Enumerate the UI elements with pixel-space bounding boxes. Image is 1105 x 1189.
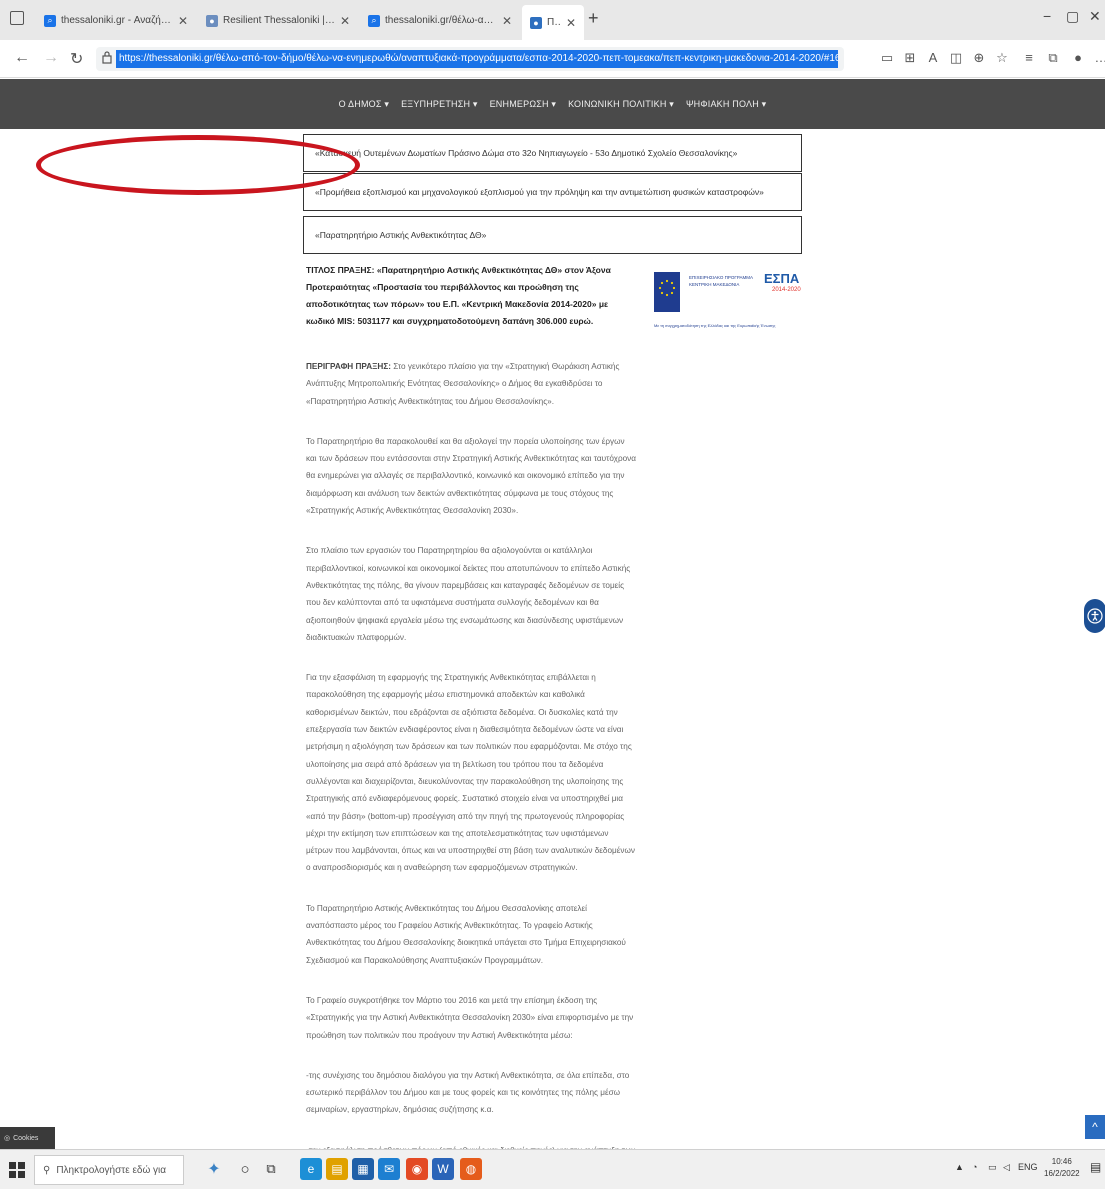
nav-item-digital-city[interactable]: ΨΗΦΙΑΚΗ ΠΟΛΗ ▾ [686,99,766,110]
add-favorite-icon[interactable]: ☆ [995,51,1009,65]
browser-tab-4-active[interactable]: ● ΠΕΠ "Κεντρική Μακεδονία 20 ✕ [522,5,584,40]
clock-time: 10:46 [1051,1157,1072,1166]
close-tab-icon[interactable]: ✕ [566,16,576,30]
taskbar-search[interactable]: ⚲ Πληκτρολογήστε εδώ για [34,1155,184,1185]
edge-icon[interactable]: e [300,1158,322,1180]
accessibility-button[interactable] [1084,599,1105,633]
lock-icon[interactable] [102,51,112,64]
nav-item-services[interactable]: ΕΞΥΠΗΡΕΤΗΣΗ ▾ [401,99,478,110]
mail-icon[interactable]: ✉ [378,1158,400,1180]
search-icon: ⌕ [44,14,56,27]
browser-toolbar: ← → ↻ https://thessaloniki.gr/θέλω-από-τ… [0,40,1105,78]
project-accordion-disaster-equipment[interactable]: «Προμήθεια εξοπλισμού και μηχανολογικού … [303,173,802,211]
article-paragraph: Στο πλαίσιο των εργασιών του Παρατηρητηρ… [306,546,631,642]
split-screen-icon[interactable]: ◫ [949,51,963,65]
volume-icon[interactable]: ◁ [1003,1162,1010,1173]
task-view-icon[interactable]: ⧉ [260,1158,282,1180]
article-paragraph: Το Παρατηρητήριο Αστικής Ανθεκτικότητας … [306,903,626,965]
article-paragraph: Για την εξασφάλιση τη εφαρμογής της Στρα… [306,673,635,873]
new-tab-button[interactable]: + [588,8,599,29]
espa-mark: ΕΣΠΑ [764,271,800,286]
network-icon[interactable]: ▲ [955,1162,964,1172]
windows-taskbar: ⚲ Πληκτρολογήστε εδώ για ✦ ○ ⧉ e ▤ ▦ ✉ ◉… [0,1149,1105,1189]
search-icon: ⚲ [43,1164,51,1176]
search-icon: ⌕ [368,14,380,27]
project-title: «Κατασκευή Ουτεμένων Δωματίων Πράσινο Δώ… [315,148,738,158]
read-aloud-icon[interactable]: A [926,51,940,65]
project-title: «Προμήθεια εξοπλισμού και μηχανολογικού … [315,187,764,197]
clock-date: 16/2/2022 [1044,1169,1080,1178]
espa-funding-logo: ΕΠΙΧΕΙΡΗΣΙΑΚΟ ΠΡΟΓΡΑΜΜΑ ΚΕΝΤΡΙΚΗ ΜΑΚΕΔΟΝ… [654,269,804,331]
tab-title: Resilient Thessaloniki | Δήμος Θ [223,15,335,26]
forward-arrow-icon[interactable]: → [43,49,59,67]
close-window-button[interactable]: ✕ [1089,8,1101,25]
close-tab-icon[interactable]: ✕ [502,14,512,28]
collections-icon[interactable]: ⧉ [1046,51,1060,65]
article-paragraph: -της συνέχισης του δημόσιου διαλόγου για… [306,1070,630,1115]
article-paragraph: Το Γραφείο συγκροτήθηκε τον Μάρτιο του 2… [306,995,634,1040]
project-article: ΤΙΤΛΟΣ ΠΡΑΞΗΣ: «Παρατηρητήριο Αστικής Αν… [306,262,636,1176]
project-title: «Παρατηρητήριο Αστικής Ανθεκτικότητας ΔΘ… [315,230,487,240]
page-icon: ● [530,16,542,29]
file-explorer-icon[interactable]: ▤ [326,1158,348,1180]
profile-icon[interactable]: ● [1071,51,1085,65]
eu-flag-icon [654,272,680,312]
wifi-icon[interactable]: ◔ [972,1162,977,1172]
notifications-icon[interactable]: ▤ [1090,1160,1101,1174]
scroll-to-top-button[interactable]: ^ [1085,1115,1105,1139]
browser-tab-3[interactable]: ⌕ thessaloniki.gr/θέλω-από-τον-δ ✕ [360,7,520,34]
espa-years: 2014-2020 [772,287,801,293]
address-bar[interactable]: https://thessaloniki.gr/θέλω-από-τον-δήμ… [96,47,844,71]
taskbar-clock[interactable]: 10:46 16/2/2022 [1044,1156,1080,1180]
favorites-icon[interactable]: ≡ [1022,51,1036,65]
espa-logo-panel: ΕΠΙΧΕΙΡΗΣΙΑΚΟ ΠΡΟΓΡΑΜΜΑ ΚΕΝΤΡΙΚΗ ΜΑΚΕΔΟΝ… [654,269,804,321]
article-title: ΤΙΤΛΟΣ ΠΡΑΞΗΣ: «Παρατηρητήριο Αστικής Αν… [306,265,611,326]
tab-title: thessaloniki.gr - Αναζήτηση [61,15,173,26]
close-tab-icon[interactable]: ✕ [178,14,188,28]
browser-tab-1[interactable]: ⌕ thessaloniki.gr - Αναζήτηση ✕ [36,7,196,34]
battery-icon[interactable]: ▭ [988,1162,997,1173]
back-arrow-icon[interactable]: ← [14,49,30,67]
espa-caption: Με τη συγχρηματοδότηση της Ελλάδας και τ… [654,323,776,328]
article-description: ΠΕΡΙΓΡΑΦΗ ΠΡΑΞΗΣ: Στο γενικότερο πλαίσιο… [306,358,636,410]
project-accordion-resilience-observatory[interactable]: «Παρατηρητήριο Αστικής Ανθεκτικότητας ΔΘ… [303,216,802,254]
zoom-icon[interactable]: ⊕ [972,51,986,65]
description-label: ΠΕΡΙΓΡΑΦΗ ΠΡΑΞΗΣ: [306,362,391,371]
firefox-icon[interactable]: ◍ [460,1158,482,1180]
more-options-icon[interactable]: … [1094,51,1105,65]
language-indicator[interactable]: ENG [1018,1162,1038,1172]
cookies-button[interactable]: ◎ Cookies [0,1127,55,1149]
accessibility-icon [1087,608,1103,624]
nav-item-municipality[interactable]: Ο ΔΗΜΟΣ ▾ [339,99,389,110]
close-tab-icon[interactable]: ✕ [340,14,350,28]
refresh-icon[interactable]: ↻ [70,49,83,69]
windows-start-icon[interactable] [9,1162,25,1178]
reading-view-icon[interactable]: ▭ [880,51,894,65]
article-paragraph: Το Παρατηρητήριο θα παρακολουθεί και θα … [306,436,637,516]
cookie-icon: ◎ [4,1135,11,1142]
browser-tab-strip: ⌕ thessaloniki.gr - Αναζήτηση ✕ ● Resili… [0,0,1105,40]
url-text[interactable]: https://thessaloniki.gr/θέλω-από-τον-δήμ… [116,50,838,68]
store-icon[interactable]: ▦ [352,1158,374,1180]
cookies-label: Cookies [13,1134,39,1142]
taskbar-search-placeholder: Πληκτρολογήστε εδώ για [56,1164,167,1176]
window-menu-icon[interactable] [10,11,24,25]
cortana-icon[interactable]: ○ [234,1158,256,1180]
browser-tab-2[interactable]: ● Resilient Thessaloniki | Δήμος Θ ✕ [198,7,358,34]
tab-title: ΠΕΠ "Κεντρική Μακεδονία 20 [547,17,561,28]
nav-item-social-policy[interactable]: ΚΟΙΝΩΝΙΚΗ ΠΟΛΙΤΙΚΗ ▾ [568,99,674,110]
page-icon: ● [206,14,218,27]
site-main-nav: Ο ΔΗΜΟΣ ▾ ΕΞΥΠΗΡΕΤΗΣΗ ▾ ΕΝΗΜΕΡΩΣΗ ▾ ΚΟΙΝ… [0,79,1105,129]
espa-agency-text: ΕΠΙΧΕΙΡΗΣΙΑΚΟ ΠΡΟΓΡΑΜΜΑ ΚΕΝΤΡΙΚΗ ΜΑΚΕΔΟΝ… [689,275,753,287]
project-accordion-green-roof[interactable]: «Κατασκευή Ουτεμένων Δωματίων Πράσινο Δώ… [303,134,802,172]
apps-icon[interactable]: ⊞ [903,51,917,65]
nav-item-news[interactable]: ΕΝΗΜΕΡΩΣΗ ▾ [490,99,557,110]
word-icon[interactable]: W [432,1158,454,1180]
assistant-icon[interactable]: ✦ [203,1158,225,1180]
tab-title: thessaloniki.gr/θέλω-από-τον-δ [385,15,497,26]
chrome-icon[interactable]: ◉ [406,1158,428,1180]
maximize-button[interactable]: ▢ [1066,8,1079,25]
minimize-button[interactable]: − [1043,8,1051,24]
